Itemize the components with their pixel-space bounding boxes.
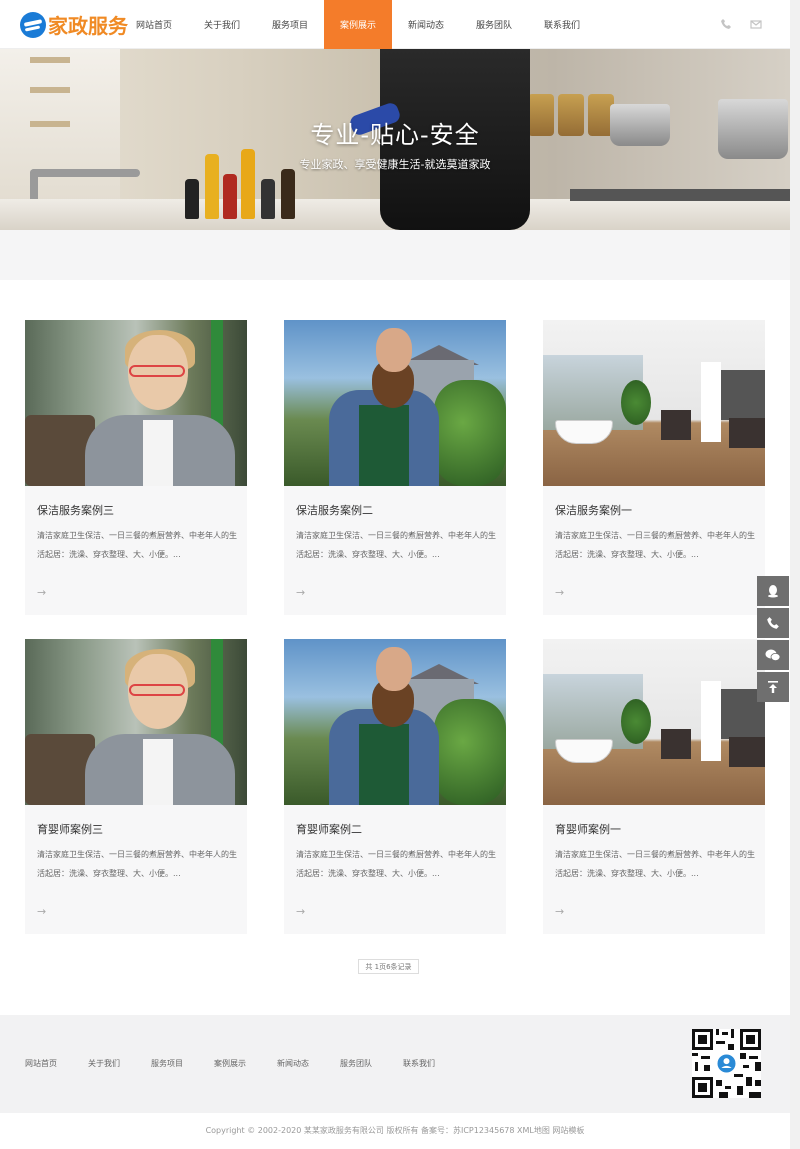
- footer-nav: 网站首页 关于我们 服务项目 案例展示 新闻动态 服务团队 联系我们: [25, 1058, 466, 1069]
- case-description: 清洁家庭卫生保洁、一日三餐的煮厨营养、中老年人的生活起居：洗澡、穿衣整理、大、小…: [296, 850, 496, 878]
- footer-link-services[interactable]: 服务项目: [151, 1058, 183, 1069]
- case-title[interactable]: 育婴师案例一: [555, 821, 621, 837]
- logo-mark-icon: [20, 11, 46, 38]
- banner-subtitle: 专业家政、享受健康生活-就选莫道家政: [299, 158, 491, 171]
- header-icons: [720, 18, 762, 30]
- case-card[interactable]: 保洁服务案例二 清洁家庭卫生保洁、一日三餐的煮厨营养、中老年人的生活起居：洗澡、…: [284, 320, 506, 615]
- wechat-icon[interactable]: [757, 640, 789, 670]
- phone-icon[interactable]: [720, 18, 732, 30]
- site-logo[interactable]: 家政服务: [20, 10, 128, 39]
- arrow-right-icon[interactable]: →: [37, 905, 46, 918]
- case-image[interactable]: [543, 320, 765, 486]
- case-card[interactable]: 育婴师案例一 清洁家庭卫生保洁、一日三餐的煮厨营养、中老年人的生活起居：洗澡、穿…: [543, 639, 765, 934]
- case-image[interactable]: [543, 639, 765, 805]
- case-card[interactable]: 保洁服务案例三 清洁家庭卫生保洁、一日三餐的煮厨营养、中老年人的生活起居：洗澡、…: [25, 320, 247, 615]
- logo-text: 家政服务: [48, 14, 128, 38]
- footer-link-home[interactable]: 网站首页: [25, 1058, 57, 1069]
- mail-icon[interactable]: [750, 18, 762, 30]
- banner-shelf: [30, 87, 70, 93]
- section-strip: [0, 230, 790, 280]
- banner-shelf: [30, 57, 70, 63]
- nav-item-contact[interactable]: 联系我们: [528, 0, 596, 49]
- footer-link-cases[interactable]: 案例展示: [214, 1058, 246, 1069]
- arrow-right-icon[interactable]: →: [296, 905, 305, 918]
- case-title[interactable]: 保洁服务案例二: [296, 502, 373, 518]
- case-image[interactable]: [284, 639, 506, 805]
- site-header: 家政服务 网站首页 关于我们 服务项目 案例展示 新闻动态 服务团队 联系我们: [0, 0, 790, 49]
- floating-side-bar: [757, 576, 789, 704]
- main-nav: 网站首页 关于我们 服务项目 案例展示 新闻动态 服务团队 联系我们: [120, 0, 596, 49]
- phone-icon[interactable]: [757, 608, 789, 638]
- case-description: 清洁家庭卫生保洁、一日三餐的煮厨营养、中老年人的生活起居：洗澡、穿衣整理、大、小…: [37, 531, 237, 559]
- copyright-text: Copyright © 2002-2020 某某家政服务有限公司 版权所有 备案…: [0, 1113, 790, 1149]
- nav-item-services[interactable]: 服务项目: [256, 0, 324, 49]
- back-to-top-icon[interactable]: [757, 672, 789, 702]
- case-title[interactable]: 育婴师案例三: [37, 821, 103, 837]
- arrow-right-icon[interactable]: →: [37, 586, 46, 599]
- case-description: 清洁家庭卫生保洁、一日三餐的煮厨营养、中老年人的生活起居：洗澡、穿衣整理、大、小…: [37, 850, 237, 878]
- banner-stove: [570, 189, 790, 201]
- nav-item-home[interactable]: 网站首页: [120, 0, 188, 49]
- arrow-right-icon[interactable]: →: [296, 586, 305, 599]
- banner-title: 专业-贴心-安全: [310, 121, 480, 149]
- qr-code-icon: [692, 1029, 761, 1098]
- page-scrollbar[interactable]: [790, 0, 800, 1149]
- footer-link-about[interactable]: 关于我们: [88, 1058, 120, 1069]
- nav-item-about[interactable]: 关于我们: [188, 0, 256, 49]
- hero-banner: 专业-贴心-安全 专业家政、享受健康生活-就选莫道家政: [0, 49, 790, 230]
- case-description: 清洁家庭卫生保洁、一日三餐的煮厨营养、中老年人的生活起居：洗澡、穿衣整理、大、小…: [555, 531, 755, 559]
- arrow-right-icon[interactable]: →: [555, 905, 564, 918]
- footer-link-team[interactable]: 服务团队: [340, 1058, 372, 1069]
- nav-item-team[interactable]: 服务团队: [460, 0, 528, 49]
- case-description: 清洁家庭卫生保洁、一日三餐的煮厨营养、中老年人的生活起居：洗澡、穿衣整理、大、小…: [555, 850, 755, 878]
- pagination-info: 共 1页6条记录: [358, 959, 419, 974]
- qq-icon[interactable]: [757, 576, 789, 606]
- nav-item-news[interactable]: 新闻动态: [392, 0, 460, 49]
- case-image[interactable]: [25, 320, 247, 486]
- case-image[interactable]: [25, 639, 247, 805]
- case-card[interactable]: 保洁服务案例一 清洁家庭卫生保洁、一日三餐的煮厨营养、中老年人的生活起居：洗澡、…: [543, 320, 765, 615]
- case-title[interactable]: 育婴师案例二: [296, 821, 362, 837]
- site-footer: 网站首页 关于我们 服务项目 案例展示 新闻动态 服务团队 联系我们: [0, 1015, 790, 1113]
- case-card[interactable]: 育婴师案例二 清洁家庭卫生保洁、一日三餐的煮厨营养、中老年人的生活起居：洗澡、穿…: [284, 639, 506, 934]
- arrow-right-icon[interactable]: →: [555, 586, 564, 599]
- footer-link-contact[interactable]: 联系我们: [403, 1058, 435, 1069]
- case-title[interactable]: 保洁服务案例一: [555, 502, 632, 518]
- case-title[interactable]: 保洁服务案例三: [37, 502, 114, 518]
- nav-item-cases[interactable]: 案例展示: [324, 0, 392, 49]
- footer-link-news[interactable]: 新闻动态: [277, 1058, 309, 1069]
- case-card[interactable]: 育婴师案例三 清洁家庭卫生保洁、一日三餐的煮厨营养、中老年人的生活起居：洗澡、穿…: [25, 639, 247, 934]
- case-description: 清洁家庭卫生保洁、一日三餐的煮厨营养、中老年人的生活起居：洗澡、穿衣整理、大、小…: [296, 531, 496, 559]
- case-image[interactable]: [284, 320, 506, 486]
